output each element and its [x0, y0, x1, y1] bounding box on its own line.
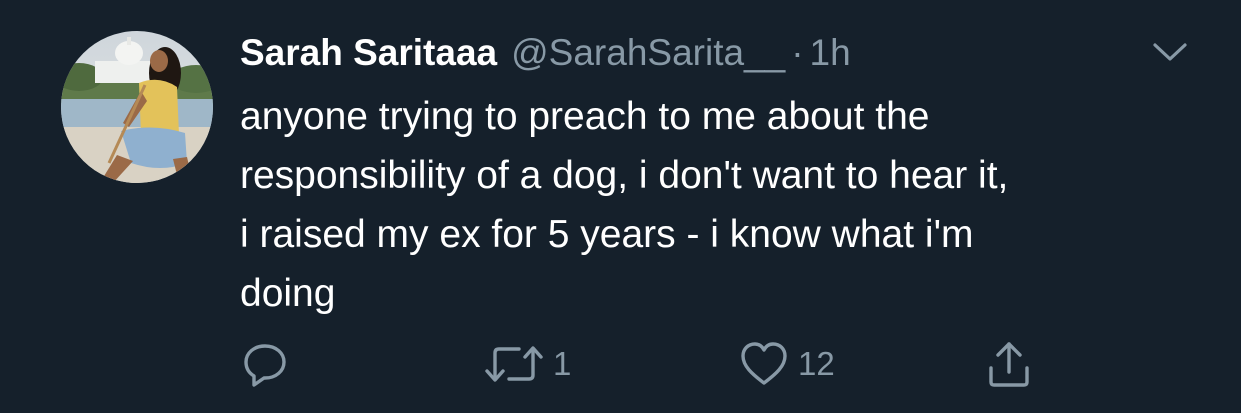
more-options-button[interactable]	[1148, 36, 1192, 68]
retweet-count: 1	[553, 345, 572, 382]
user-handle[interactable]: @SarahSarita__	[511, 32, 785, 74]
share-button[interactable]	[984, 336, 1042, 392]
like-count: 12	[798, 345, 835, 382]
tweet-actions: 1 12	[0, 336, 1241, 392]
tweet-card[interactable]: Sarah Saritaaa @SarahSarita__ · 1h anyon…	[0, 0, 1241, 413]
timestamp[interactable]: 1h	[810, 32, 851, 74]
reply-icon	[244, 344, 286, 387]
retweet-icon	[485, 346, 543, 382]
reply-button[interactable]	[240, 336, 298, 392]
tweet-text: anyone trying to preach to me about the …	[240, 95, 1009, 315]
avatar-photo	[61, 31, 213, 183]
chevron-down-icon	[1153, 43, 1187, 61]
tweet-header: Sarah Saritaaa @SarahSarita__ · 1h	[240, 32, 851, 80]
share-icon	[989, 342, 1029, 387]
separator-dot: ·	[791, 32, 804, 73]
retweet-button[interactable]: 1	[483, 336, 571, 392]
avatar[interactable]	[61, 31, 213, 183]
display-name[interactable]: Sarah Saritaaa	[240, 32, 497, 74]
heart-icon	[741, 342, 787, 385]
like-button[interactable]: 12	[738, 336, 835, 392]
